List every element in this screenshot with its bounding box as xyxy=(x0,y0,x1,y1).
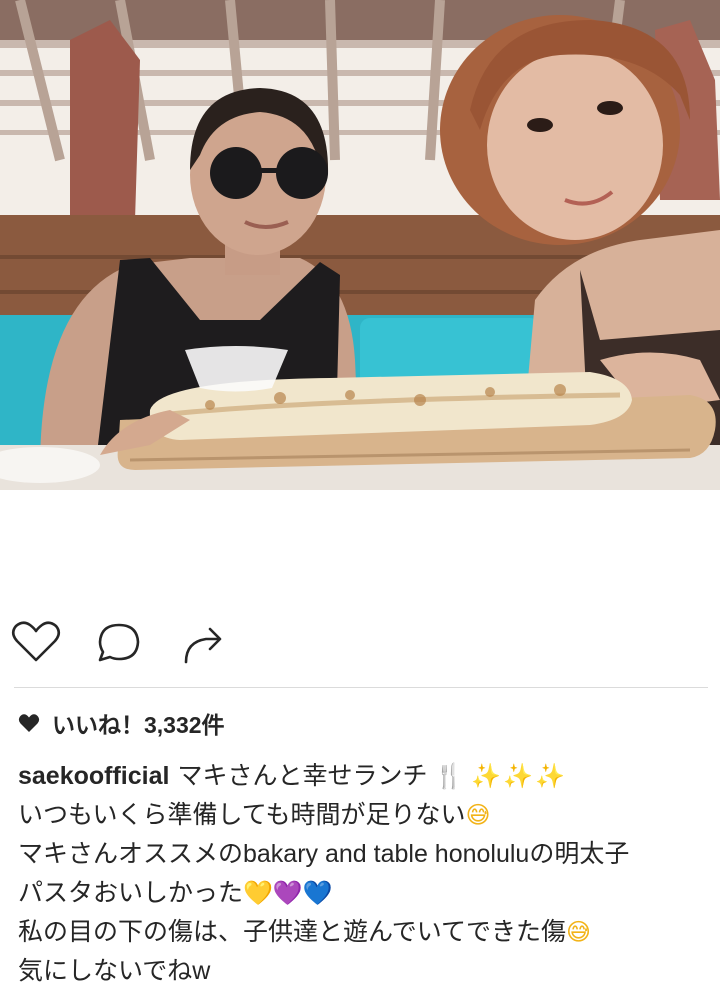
caption-line: いつもいくら準備しても時間が足りない😅 xyxy=(18,796,708,835)
sweat-smile-icon: 😅 xyxy=(465,801,491,829)
sweat-smile-icon: 😅 xyxy=(566,918,592,946)
post-action-bar xyxy=(0,612,720,672)
like-button[interactable] xyxy=(6,612,66,672)
fork-knife-icon: 🍴 xyxy=(434,762,465,790)
caption-line: 気にしないでねw xyxy=(18,952,708,991)
likes-count-text: いいね！3,332件 xyxy=(52,712,225,738)
caption-text: マキさんオススメのbakary and table honoluluの明太子 xyxy=(18,840,630,868)
caption-line: saekoofficial マキさんと幸せランチ 🍴 ✨✨✨ xyxy=(18,757,708,796)
caption-line: マキさんオススメのbakary and table honoluluの明太子 xyxy=(18,835,708,874)
heart-outline-icon xyxy=(11,621,61,662)
purple-heart-icon: 💜 xyxy=(272,879,303,907)
caption-text: パスタおいしかった xyxy=(18,879,244,907)
sparkles-icon: ✨✨✨ xyxy=(471,762,567,790)
post-photo-illustration xyxy=(0,0,720,490)
username-link[interactable]: saekoofficial xyxy=(18,762,169,790)
caption-line: パスタおいしかった💛💜💙 xyxy=(18,874,708,913)
caption-text: いつもいくら準備しても時間が足りない xyxy=(18,801,466,829)
post-photo[interactable] xyxy=(0,0,720,490)
share-button[interactable] xyxy=(172,612,232,672)
blue-heart-icon: 💙 xyxy=(302,879,333,907)
likes-count[interactable]: いいね！3,332件 xyxy=(18,705,225,741)
comment-bubble-icon xyxy=(98,623,140,662)
caption-text: 気にしないでねw xyxy=(18,957,211,985)
caption-line: 私の目の下の傷は、子供達と遊んでいてできた傷😅 xyxy=(18,913,708,952)
post-caption: saekoofficial マキさんと幸せランチ 🍴 ✨✨✨ いつもいくら準備して… xyxy=(18,757,708,991)
share-arrow-icon xyxy=(184,627,222,664)
yellow-heart-icon: 💛 xyxy=(243,879,273,907)
section-divider xyxy=(14,687,708,688)
comment-button[interactable] xyxy=(89,612,149,672)
caption-text: 私の目の下の傷は、子供達と遊んでいてできた傷 xyxy=(18,918,567,946)
caption-text: マキさんと幸せランチ xyxy=(177,762,428,790)
heart-filled-icon xyxy=(18,714,40,732)
